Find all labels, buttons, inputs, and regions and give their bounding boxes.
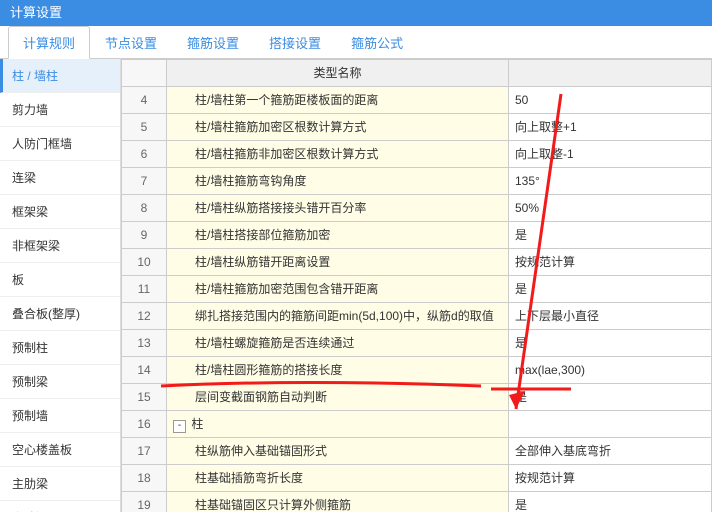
col-name-header: 类型名称 xyxy=(167,60,509,87)
table-row[interactable]: 9柱/墙柱搭接部位箍筋加密是 xyxy=(122,222,712,249)
col-value-header xyxy=(509,60,712,87)
row-name: 柱/墙柱箍筋非加密区根数计算方式 xyxy=(167,141,509,168)
row-value[interactable]: 是 xyxy=(509,384,712,411)
sidebar-item-1[interactable]: 剪力墙 xyxy=(0,93,120,127)
row-index: 16 xyxy=(122,411,167,438)
sidebar-item-3[interactable]: 连梁 xyxy=(0,161,120,195)
tab-0[interactable]: 计算规则 xyxy=(8,26,90,59)
row-name: 柱/墙柱箍筋加密区根数计算方式 xyxy=(167,114,509,141)
row-value[interactable]: 50% xyxy=(509,195,712,222)
row-value[interactable]: 是 xyxy=(509,492,712,512)
table-row[interactable]: 8柱/墙柱纵筋搭接接头错开百分率50% xyxy=(122,195,712,222)
tab-bar: 计算规则节点设置箍筋设置搭接设置箍筋公式 xyxy=(0,26,712,59)
row-index: 10 xyxy=(122,249,167,276)
tab-1[interactable]: 节点设置 xyxy=(90,26,172,58)
row-name: 柱纵筋伸入基础锚固形式 xyxy=(167,438,509,465)
row-index: 15 xyxy=(122,384,167,411)
sidebar-item-13[interactable]: 次肋梁 xyxy=(0,501,120,512)
sidebar-item-8[interactable]: 预制柱 xyxy=(0,331,120,365)
sidebar-item-6[interactable]: 板 xyxy=(0,263,120,297)
table-row[interactable]: 15层间变截面钢筋自动判断是 xyxy=(122,384,712,411)
tab-3[interactable]: 搭接设置 xyxy=(254,26,336,58)
sidebar-item-7[interactable]: 叠合板(整厚) xyxy=(0,297,120,331)
row-name: 柱/墙柱螺旋箍筋是否连续通过 xyxy=(167,330,509,357)
row-value[interactable]: 按规范计算 xyxy=(509,249,712,276)
main-panel: 类型名称 4柱/墙柱第一个箍筋距楼板面的距离505柱/墙柱箍筋加密区根数计算方式… xyxy=(121,59,712,512)
row-name: 柱/墙柱纵筋搭接接头错开百分率 xyxy=(167,195,509,222)
row-index: 13 xyxy=(122,330,167,357)
row-name: 柱/墙柱箍筋弯钩角度 xyxy=(167,168,509,195)
row-name: 柱基础锚固区只计算外侧箍筋 xyxy=(167,492,509,512)
sidebar-item-4[interactable]: 框架梁 xyxy=(0,195,120,229)
collapse-icon[interactable]: - xyxy=(173,420,186,433)
sidebar-item-9[interactable]: 预制梁 xyxy=(0,365,120,399)
row-value[interactable]: 按规范计算 xyxy=(509,465,712,492)
row-index: 17 xyxy=(122,438,167,465)
row-index: 7 xyxy=(122,168,167,195)
row-name: 柱基础插筋弯折长度 xyxy=(167,465,509,492)
row-index: 11 xyxy=(122,276,167,303)
row-name: 柱/墙柱圆形箍筋的搭接长度 xyxy=(167,357,509,384)
table-row[interactable]: 11柱/墙柱箍筋加密范围包含错开距离是 xyxy=(122,276,712,303)
row-value[interactable]: max(lae,300) xyxy=(509,357,712,384)
row-value[interactable]: 上下层最小直径 xyxy=(509,303,712,330)
table-row[interactable]: 4柱/墙柱第一个箍筋距楼板面的距离50 xyxy=(122,87,712,114)
row-name: 绑扎搭接范围内的箍筋间距min(5d,100)中，纵筋d的取值 xyxy=(167,303,509,330)
row-index: 9 xyxy=(122,222,167,249)
row-value[interactable]: 向上取整-1 xyxy=(509,141,712,168)
row-index: 4 xyxy=(122,87,167,114)
row-value[interactable]: 是 xyxy=(509,222,712,249)
tab-4[interactable]: 箍筋公式 xyxy=(336,26,418,58)
row-value[interactable] xyxy=(509,411,712,438)
row-name: 柱/墙柱纵筋错开距离设置 xyxy=(167,249,509,276)
table-row[interactable]: 19柱基础锚固区只计算外侧箍筋是 xyxy=(122,492,712,512)
row-value[interactable]: 全部伸入基底弯折 xyxy=(509,438,712,465)
row-value[interactable]: 50 xyxy=(509,87,712,114)
row-index: 14 xyxy=(122,357,167,384)
row-index: 18 xyxy=(122,465,167,492)
table-row[interactable]: 6柱/墙柱箍筋非加密区根数计算方式向上取整-1 xyxy=(122,141,712,168)
row-value[interactable]: 是 xyxy=(509,330,712,357)
row-name: 柱/墙柱搭接部位箍筋加密 xyxy=(167,222,509,249)
row-value[interactable]: 向上取整+1 xyxy=(509,114,712,141)
sidebar-item-11[interactable]: 空心楼盖板 xyxy=(0,433,120,467)
row-name: 层间变截面钢筋自动判断 xyxy=(167,384,509,411)
row-index: 5 xyxy=(122,114,167,141)
row-name: 柱/墙柱箍筋加密范围包含错开距离 xyxy=(167,276,509,303)
sidebar-item-12[interactable]: 主肋梁 xyxy=(0,467,120,501)
table-row[interactable]: 13柱/墙柱螺旋箍筋是否连续通过是 xyxy=(122,330,712,357)
sidebar-item-0[interactable]: 柱 / 墙柱 xyxy=(0,59,120,93)
row-value[interactable]: 135° xyxy=(509,168,712,195)
sidebar-item-5[interactable]: 非框架梁 xyxy=(0,229,120,263)
row-index: 19 xyxy=(122,492,167,512)
rules-table: 类型名称 4柱/墙柱第一个箍筋距楼板面的距离505柱/墙柱箍筋加密区根数计算方式… xyxy=(121,59,712,512)
col-index-header xyxy=(122,60,167,87)
table-row[interactable]: 17柱纵筋伸入基础锚固形式全部伸入基底弯折 xyxy=(122,438,712,465)
row-value[interactable]: 是 xyxy=(509,276,712,303)
table-row[interactable]: 5柱/墙柱箍筋加密区根数计算方式向上取整+1 xyxy=(122,114,712,141)
sidebar-item-2[interactable]: 人防门框墙 xyxy=(0,127,120,161)
table-row[interactable]: 18柱基础插筋弯折长度按规范计算 xyxy=(122,465,712,492)
table-row[interactable]: 14柱/墙柱圆形箍筋的搭接长度max(lae,300) xyxy=(122,357,712,384)
table-row[interactable]: 16- 柱 xyxy=(122,411,712,438)
row-name: - 柱 xyxy=(167,411,509,438)
row-name: 柱/墙柱第一个箍筋距楼板面的距离 xyxy=(167,87,509,114)
table-row[interactable]: 12绑扎搭接范围内的箍筋间距min(5d,100)中，纵筋d的取值上下层最小直径 xyxy=(122,303,712,330)
window-title: 计算设置 xyxy=(0,0,712,26)
table-row[interactable]: 7柱/墙柱箍筋弯钩角度135° xyxy=(122,168,712,195)
row-index: 8 xyxy=(122,195,167,222)
table-row[interactable]: 10柱/墙柱纵筋错开距离设置按规范计算 xyxy=(122,249,712,276)
sidebar: 柱 / 墙柱剪力墙人防门框墙连梁框架梁非框架梁板叠合板(整厚)预制柱预制梁预制墙… xyxy=(0,59,121,512)
row-index: 6 xyxy=(122,141,167,168)
row-index: 12 xyxy=(122,303,167,330)
sidebar-item-10[interactable]: 预制墙 xyxy=(0,399,120,433)
tab-2[interactable]: 箍筋设置 xyxy=(172,26,254,58)
